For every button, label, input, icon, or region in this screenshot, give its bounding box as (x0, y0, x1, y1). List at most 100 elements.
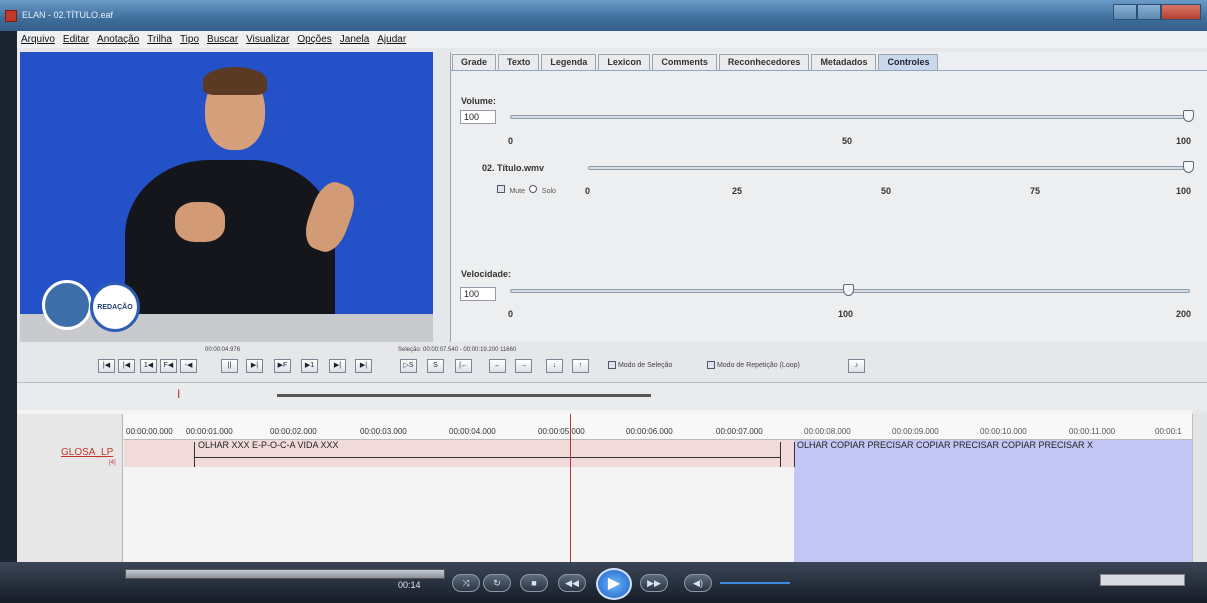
menu-trilha[interactable]: Trilha (147, 34, 172, 45)
tab-lexicon[interactable]: Lexicon (598, 54, 651, 70)
wmp-volume-icon[interactable]: ◀) (684, 574, 712, 592)
menu-buscar[interactable]: Buscar (207, 34, 238, 45)
media-player-bar: 00:14 ⤨ ↻ ■ ◀◀ ▶ ▶▶ ◀) (0, 562, 1207, 603)
clear-selection-button[interactable]: S (427, 359, 444, 373)
timeline-selection[interactable] (794, 440, 1192, 562)
overview-scroll-thumb[interactable] (277, 394, 651, 397)
next-frame-button[interactable]: ▶F (274, 359, 291, 373)
tab-reconhecedores[interactable]: Reconhecedores (718, 54, 810, 70)
modo-repeticao-checkbox[interactable]: Modo de Repetição (Loop) (707, 361, 800, 369)
mute-checkbox[interactable]: Mute Solo (497, 180, 556, 198)
video-viewer[interactable]: REDAÇÃO (20, 52, 433, 342)
speaker-icon[interactable]: ♪ (848, 359, 865, 373)
ruler-label: 00:00:02.000 (270, 427, 317, 436)
next-scrollview-button[interactable]: ▶| (329, 359, 346, 373)
annotation-2[interactable]: OLHAR COPIAR PRECISAR COPIAR PRECISAR CO… (797, 440, 1192, 450)
ruler-label: 00:00:00.000 (126, 427, 173, 436)
tab-metadados[interactable]: Metadados (811, 54, 877, 70)
elan-app-icon (5, 10, 17, 22)
wmp-repeat-icon[interactable]: ↻ (483, 574, 511, 592)
selection-info: Seleção: 00:00:07.540 - 00:00:19.200 116… (398, 347, 517, 353)
media-volume-slider-thumb[interactable] (1183, 161, 1194, 173)
tab-comments[interactable]: Comments (652, 54, 717, 70)
ruler-label: 00:00:05.000 (538, 427, 585, 436)
up-arrow-button[interactable]: ↑ (572, 359, 589, 373)
tab-controles[interactable]: Controles (878, 54, 939, 70)
pencil-logo-icon (42, 280, 92, 330)
close-button[interactable] (1161, 4, 1201, 20)
volume-scale-min: 0 (508, 136, 514, 146)
tier-annotation-count: [4] (109, 460, 116, 466)
play-button[interactable]: ▶| (246, 359, 263, 373)
menu-bar: Arquivo Editar Anotação Trilha Tipo Busc… (17, 31, 1207, 48)
wmp-play-icon[interactable]: ▶ (596, 568, 632, 600)
mute-check-icon[interactable] (497, 184, 505, 193)
velocidade-slider-thumb[interactable] (843, 284, 854, 296)
previous-pixel-button[interactable]: -◀ (180, 359, 197, 373)
next-second-button[interactable]: ▶1 (301, 359, 318, 373)
mute-label: Mute (509, 188, 526, 195)
go-to-begin-button[interactable]: |◀ (98, 359, 115, 373)
down-arrow-button[interactable]: ↓ (546, 359, 563, 373)
ruler-label: 00:00:1 (1155, 427, 1182, 436)
previous-second-button[interactable]: 1◀ (140, 359, 157, 373)
right-arrow-button[interactable]: → (515, 359, 532, 373)
menu-visualizar[interactable]: Visualizar (246, 34, 289, 45)
tab-legenda[interactable]: Legenda (541, 54, 597, 70)
volume-slider-thumb[interactable] (1183, 110, 1194, 122)
media-crosshair (570, 414, 571, 562)
tab-texto[interactable]: Texto (498, 54, 540, 70)
controls-panel (450, 52, 1207, 342)
wmp-next-icon[interactable]: ▶▶ (640, 574, 668, 592)
menu-janela[interactable]: Janela (340, 34, 369, 45)
modo-repeticao-label: Modo de Repetição (Loop) (716, 361, 800, 369)
annotation-boundary (194, 442, 195, 467)
menu-opcoes[interactable]: Opções (297, 34, 331, 45)
redacao-logo-text: REDAÇÃO (97, 303, 133, 311)
wmp-shuffle-icon[interactable]: ⤨ (452, 574, 480, 592)
modo-repeticao-check-icon[interactable] (707, 361, 715, 369)
solo-radio-icon[interactable] (529, 184, 538, 193)
window-title: ELAN - 02.TÍTULO.eaf (22, 10, 114, 20)
minimize-button[interactable] (1113, 4, 1137, 20)
ruler-label: 00:00:04.000 (449, 427, 496, 436)
wmp-stop-icon[interactable]: ■ (520, 574, 548, 592)
velocidade-input[interactable]: 100 (460, 287, 496, 301)
velocidade-label: Velocidade: (461, 269, 512, 279)
pause-button[interactable]: || (221, 359, 238, 373)
annotation-boundary (794, 442, 795, 467)
tier-name-glosa-lp[interactable]: GLOSA_LP (61, 447, 113, 458)
wmp-previous-icon[interactable]: ◀◀ (558, 574, 586, 592)
previous-frame-button[interactable]: F◀ (160, 359, 177, 373)
go-to-end-button[interactable]: ▶| (355, 359, 372, 373)
timeline-vertical-scrollbar[interactable] (1192, 414, 1207, 562)
selection-begin-button[interactable]: |← (455, 359, 472, 373)
timeline-separator: I (17, 382, 1207, 410)
media-scale-100: 100 (1176, 186, 1192, 196)
ruler-label: 00:00:09.000 (892, 427, 939, 436)
wmp-seek-bar[interactable] (125, 569, 445, 579)
menu-tipo[interactable]: Tipo (180, 34, 199, 45)
volume-slider-track[interactable] (510, 115, 1190, 119)
play-selection-button[interactable]: ▷S (400, 359, 417, 373)
modo-selecao-checkbox[interactable]: Modo de Seleção (608, 361, 672, 369)
modo-selecao-check-icon[interactable] (608, 361, 616, 369)
menu-anotacao[interactable]: Anotação (97, 34, 139, 45)
previous-scrollview-button[interactable]: |◀ (118, 359, 135, 373)
annotation-span-line (194, 457, 781, 458)
tab-grade[interactable]: Grade (452, 54, 497, 70)
annotation-1[interactable]: OLHAR XXX E-P-O-C-A VIDA XXX (198, 440, 339, 450)
menu-ajudar[interactable]: Ajudar (377, 34, 406, 45)
annotation-boundary (780, 442, 781, 467)
media-volume-slider-track[interactable] (588, 166, 1190, 170)
maximize-button[interactable] (1137, 4, 1161, 20)
wmp-zoom-slider[interactable] (1100, 574, 1185, 586)
media-filename: 02. Título.wmv (482, 163, 545, 173)
ruler-label: 00:00:11.000 (1069, 427, 1116, 436)
left-arrow-button[interactable]: ← (489, 359, 506, 373)
menu-editar[interactable]: Editar (63, 34, 89, 45)
volume-input[interactable]: 100 (460, 110, 496, 124)
velocidade-scale-max: 200 (1176, 309, 1192, 319)
menu-arquivo[interactable]: Arquivo (21, 34, 55, 45)
wmp-volume-slider[interactable] (720, 582, 790, 584)
